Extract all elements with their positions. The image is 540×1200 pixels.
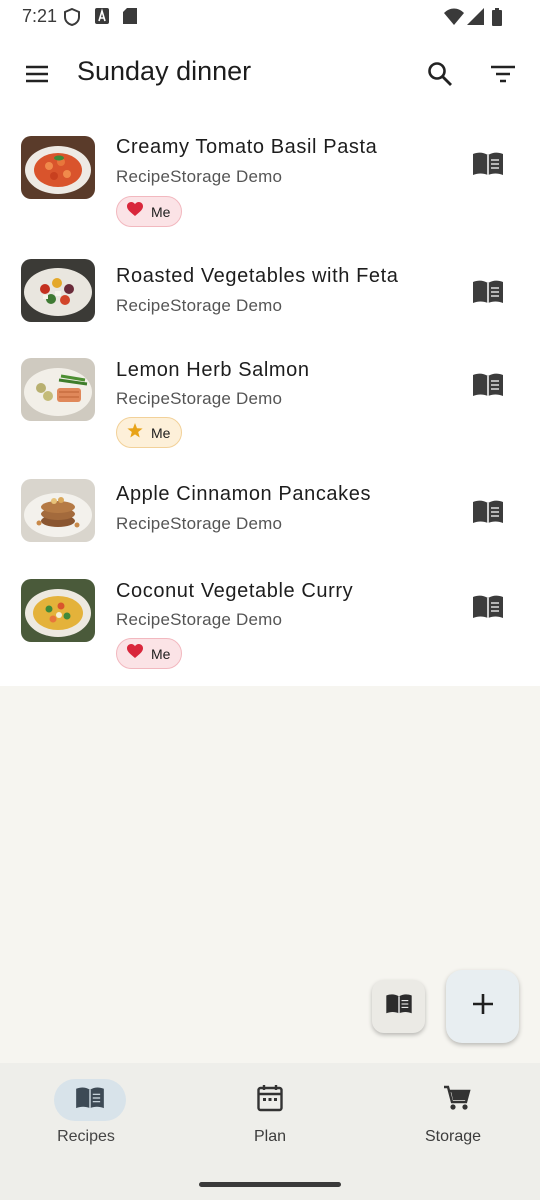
nav-label: Storage <box>424 1128 482 1145</box>
recipe-source: RecipeStorage Demo <box>116 610 283 629</box>
nav-pill <box>421 1079 493 1121</box>
sd-card-icon <box>123 8 137 29</box>
screen: 7:21 Sunday dinner Creamy Tomato Basil P… <box>0 0 540 1200</box>
wifi-icon <box>444 8 464 30</box>
book-icon[interactable] <box>472 279 504 305</box>
nav-pill <box>54 1079 126 1121</box>
recipe-title: Creamy Tomato Basil Pasta <box>116 136 378 158</box>
status-time: 7:21 <box>22 6 58 26</box>
recipe-list: Creamy Tomato Basil Pasta RecipeStorage … <box>0 114 540 686</box>
home-indicator[interactable] <box>199 1182 341 1187</box>
open-book-button[interactable] <box>372 980 425 1033</box>
chip-label: Me <box>151 645 171 662</box>
a-box-icon <box>95 8 109 29</box>
nav-label: Plan <box>253 1128 287 1145</box>
shield-icon <box>64 7 80 31</box>
list-item[interactable]: Apple Cinnamon Pancakes RecipeStorage De… <box>0 459 540 559</box>
recipe-source: RecipeStorage Demo <box>116 389 283 408</box>
book-icon <box>75 1086 105 1115</box>
book-icon[interactable] <box>472 594 504 620</box>
chip-label: Me <box>151 203 171 220</box>
recipe-title: Lemon Herb Salmon <box>116 359 310 381</box>
nav-item-recipes[interactable]: Recipes <box>0 1063 180 1173</box>
nav-label: Recipes <box>57 1128 115 1145</box>
recipe-title: Coconut Vegetable Curry <box>116 580 354 602</box>
plus-icon <box>472 993 494 1020</box>
recipe-source: RecipeStorage Demo <box>116 167 283 186</box>
recipe-source: RecipeStorage Demo <box>116 296 283 315</box>
recipe-thumbnail <box>21 358 95 421</box>
rating-chip[interactable]: Me <box>116 417 182 448</box>
calendar-icon <box>257 1084 283 1117</box>
book-icon[interactable] <box>472 499 504 525</box>
list-item[interactable]: Lemon Herb Salmon RecipeStorage Demo Me <box>0 339 540 459</box>
bottom-navigation: Recipes Plan Storage <box>0 1063 540 1200</box>
rating-chip[interactable]: Me <box>116 638 182 669</box>
signal-icon <box>467 8 484 30</box>
recipe-source: RecipeStorage Demo <box>116 514 283 533</box>
list-item[interactable]: Coconut Vegetable Curry RecipeStorage De… <box>0 559 540 686</box>
nav-item-plan[interactable]: Plan <box>180 1063 360 1173</box>
recipe-thumbnail <box>21 579 95 642</box>
book-icon <box>385 993 413 1020</box>
star-icon <box>127 422 143 443</box>
book-icon[interactable] <box>472 151 504 177</box>
filter-icon[interactable] <box>489 60 517 88</box>
page-title: Sunday dinner <box>77 56 252 86</box>
recipe-title: Apple Cinnamon Pancakes <box>116 483 372 505</box>
nav-pill <box>234 1079 306 1121</box>
list-item[interactable]: Creamy Tomato Basil Pasta RecipeStorage … <box>0 114 540 239</box>
status-bar: 7:21 <box>0 0 540 34</box>
recipe-thumbnail <box>21 136 95 199</box>
heart-icon <box>127 643 143 664</box>
search-icon[interactable] <box>426 60 454 88</box>
heart-icon <box>127 201 143 222</box>
book-icon[interactable] <box>472 372 504 398</box>
nav-item-storage[interactable]: Storage <box>360 1063 540 1173</box>
recipe-title: Roasted Vegetables with Feta <box>116 265 399 287</box>
list-item[interactable]: Roasted Vegetables with Feta RecipeStora… <box>0 239 540 339</box>
add-recipe-button[interactable] <box>446 970 519 1043</box>
battery-icon <box>492 8 502 31</box>
recipe-thumbnail <box>21 259 95 322</box>
chip-label: Me <box>151 424 171 441</box>
top-app-bar: Sunday dinner <box>0 34 540 114</box>
recipe-thumbnail <box>21 479 95 542</box>
rating-chip[interactable]: Me <box>116 196 182 227</box>
cart-icon <box>443 1084 471 1117</box>
menu-icon[interactable] <box>23 60 51 88</box>
